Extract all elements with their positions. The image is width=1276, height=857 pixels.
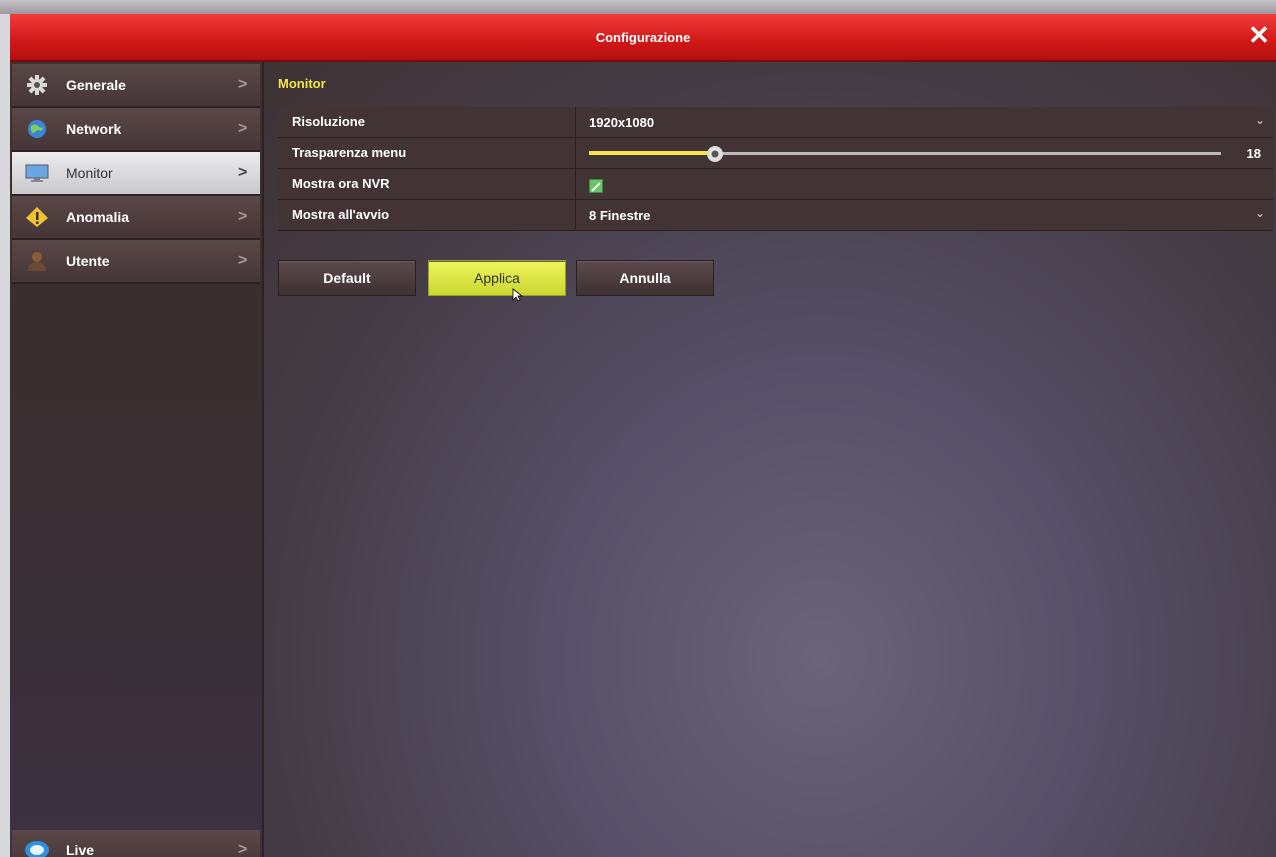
sidebar-item-monitor[interactable]: Monitor > [12, 152, 260, 196]
sidebar-item-label: Anomalia [66, 209, 130, 225]
sidebar: Generale > Network > Monitor > Anomalia … [10, 62, 264, 857]
mostra-avvio-label: Mostra all'avvio [292, 207, 390, 222]
row-divider [575, 200, 576, 230]
main-content: Monitor Risoluzione 1920x1080 ⌄ Traspare… [264, 62, 1276, 857]
configuration-window: Configurazione ✕ Generale > Network > Mo… [10, 14, 1276, 857]
title-bar: Configurazione ✕ [10, 14, 1276, 62]
mostra-avvio-select[interactable]: 8 Finestre [589, 208, 650, 223]
screen-top-strip [0, 0, 1276, 14]
trasparenza-slider[interactable] [589, 146, 1221, 162]
row-mostra-ora: Mostra ora NVR [278, 169, 1273, 200]
chevron-right-icon: > [238, 208, 248, 225]
sidebar-item-label: Monitor [66, 165, 113, 181]
row-mostra-avvio: Mostra all'avvio 8 Finestre ⌄ [278, 200, 1273, 231]
chevron-right-icon: > [238, 76, 248, 93]
chevron-down-icon[interactable]: ⌄ [1255, 113, 1265, 127]
live-icon [24, 839, 50, 857]
row-divider [575, 138, 576, 168]
warning-icon [24, 206, 50, 228]
sidebar-item-generale[interactable]: Generale > [12, 64, 260, 108]
chevron-right-icon: > [238, 120, 248, 137]
row-divider [575, 169, 576, 199]
row-trasparenza: Trasparenza menu 18 [278, 138, 1273, 169]
close-icon[interactable]: ✕ [1246, 22, 1272, 48]
sidebar-item-anomalia[interactable]: Anomalia > [12, 196, 260, 240]
sidebar-item-network[interactable]: Network > [12, 108, 260, 152]
trasparenza-value: 18 [1246, 146, 1261, 161]
trasparenza-label: Trasparenza menu [292, 145, 407, 160]
sidebar-item-utente[interactable]: Utente > [12, 240, 260, 284]
chevron-down-icon[interactable]: ⌄ [1255, 206, 1265, 220]
default-button[interactable]: Default [278, 260, 416, 296]
risoluzione-label: Risoluzione [292, 114, 365, 129]
sidebar-item-label: Generale [66, 77, 126, 93]
applica-button[interactable]: Applica [428, 260, 566, 296]
section-title: Monitor [278, 76, 326, 91]
user-icon [24, 250, 50, 272]
mostra-ora-checkbox[interactable] [589, 179, 603, 193]
sidebar-item-label: Network [66, 121, 122, 137]
window-title: Configurazione [595, 29, 691, 45]
risoluzione-select[interactable]: 1920x1080 [589, 115, 654, 130]
live-label: Live [66, 842, 95, 857]
mostra-ora-label: Mostra ora NVR [292, 176, 390, 191]
sidebar-item-label: Utente [66, 253, 110, 269]
globe-icon [24, 118, 50, 140]
row-risoluzione: Risoluzione 1920x1080 ⌄ [278, 107, 1273, 138]
annulla-button[interactable]: Annulla [576, 260, 714, 296]
slider-handle[interactable] [707, 146, 724, 162]
monitor-icon [24, 162, 50, 184]
chevron-right-icon: > [238, 841, 248, 857]
check-icon [591, 182, 601, 192]
chevron-right-icon: > [238, 252, 248, 269]
slider-fill [589, 151, 716, 155]
live-button[interactable]: Live > [12, 830, 260, 857]
row-divider [575, 107, 576, 137]
mouse-cursor-icon [512, 288, 524, 302]
chevron-right-icon: > [238, 164, 248, 181]
gear-icon [24, 74, 50, 96]
